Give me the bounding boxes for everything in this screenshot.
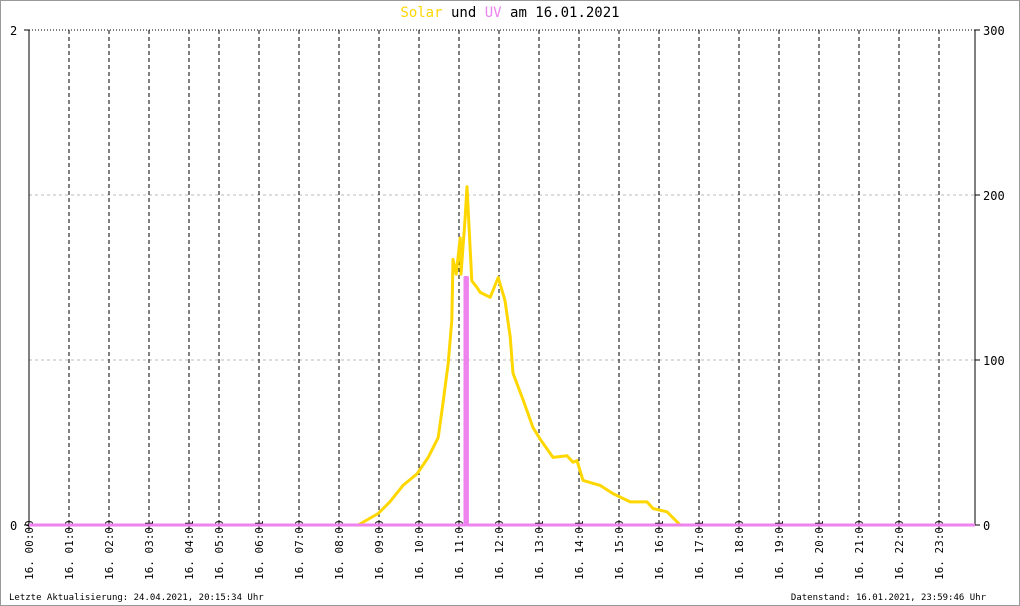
x-tick-label: 16. 14:01 — [573, 520, 586, 580]
x-tick-label: 16. 17:01 — [693, 520, 706, 580]
x-tick-label: 16. 08:00 — [333, 520, 346, 580]
last-update: Letzte Aktualisierung: 24.04.2021, 20:15… — [9, 593, 264, 603]
x-tick-label: 16. 07:00 — [293, 520, 306, 580]
x-tick-label: 16. 13:01 — [533, 520, 546, 580]
x-tick-label: 16. 10:00 — [413, 520, 426, 580]
x-tick-label: 16. 06:01 — [253, 520, 266, 580]
x-tick-label: 16. 18:00 — [733, 520, 746, 580]
left-tick-label: 0 — [10, 519, 17, 533]
right-tick-label: 100 — [983, 354, 1005, 368]
x-tick-label: 16. 01:00 — [63, 520, 76, 580]
x-tick-label: 16. 00:00 — [23, 520, 36, 580]
x-tick-label: 16. 12:00 — [493, 520, 506, 580]
x-tick-label: 16. 11:00 — [453, 520, 466, 580]
x-tick-label: 16. 23:00 — [933, 520, 946, 580]
left-tick-label: 2 — [10, 24, 17, 38]
right-tick-label: 0 — [983, 519, 990, 533]
chart-svg: 0 100 200 300 16. 00:00 16. 01:00 16. 02:00 16.… — [10, 24, 1005, 580]
x-tick-label: 16. 02:00 — [103, 520, 116, 580]
x-tick-label: 16. 03:01 — [143, 520, 156, 580]
solar-series-line — [29, 185, 975, 527]
x-tick-label: 16. 05:00 — [213, 520, 226, 580]
data-timestamp: Datenstand: 16.01.2021, 23:59:46 Uhr — [790, 593, 986, 603]
x-tick-label: 16. 22:00 — [893, 520, 906, 580]
x-tick-label: 16. 21:00 — [853, 520, 866, 580]
x-tick-label: 16. 15:00 — [613, 520, 626, 580]
x-tick-label: 16. 16:01 — [653, 520, 666, 580]
x-tick-label: 16. 20:01 — [813, 520, 826, 580]
x-tick-label: 16. 04:01 — [183, 520, 196, 580]
right-tick-label: 200 — [983, 189, 1005, 203]
uv-series-line — [29, 276, 975, 527]
x-tick-label: 16. 09:00 — [373, 520, 386, 580]
right-tick-label: 300 — [983, 24, 1005, 38]
x-tick-label: 16. 19:01 — [773, 520, 786, 580]
